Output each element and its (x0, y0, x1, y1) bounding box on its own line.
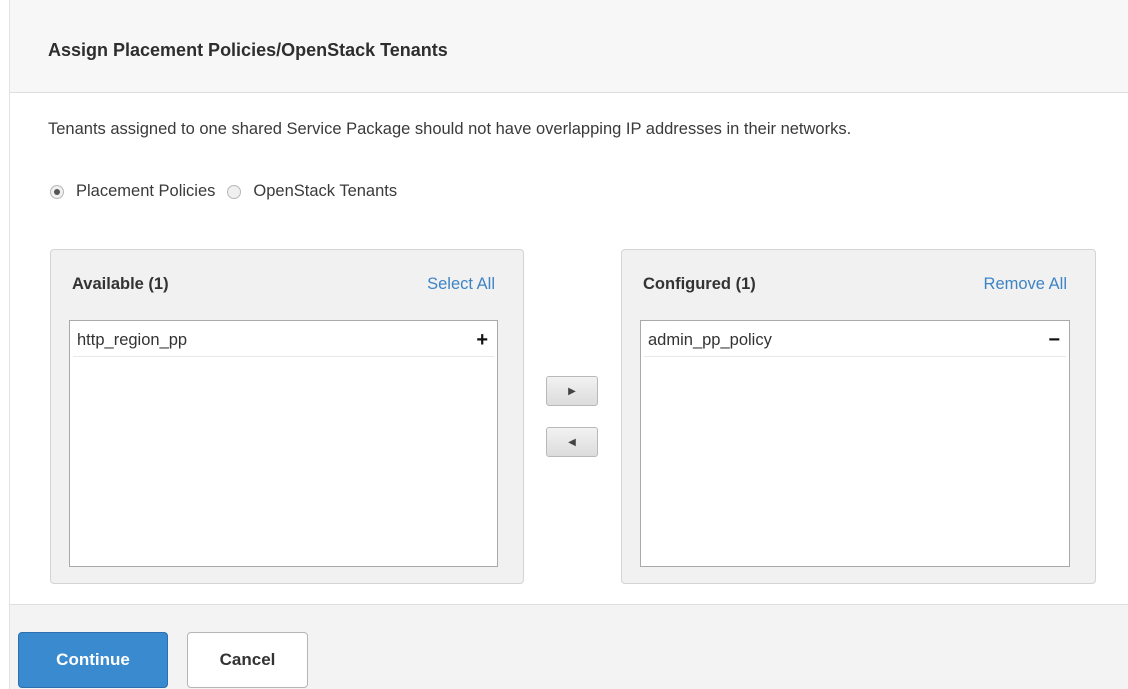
list-item[interactable]: http_region_pp + (73, 324, 494, 357)
move-to-available-button[interactable]: ◀ (546, 427, 598, 457)
add-icon[interactable]: + (476, 329, 488, 352)
available-list[interactable]: http_region_pp + (69, 320, 498, 567)
configured-panel: Configured (1) Remove All admin_pp_polic… (621, 249, 1096, 584)
openstack-tenants-radio[interactable] (227, 184, 242, 199)
assign-policies-dialog: Assign Placement Policies/OpenStack Tena… (9, 0, 1128, 689)
available-title: Available (1) (72, 275, 169, 293)
dialog-header: Assign Placement Policies/OpenStack Tena… (10, 0, 1128, 93)
select-all-link[interactable]: Select All (427, 275, 495, 294)
configured-list[interactable]: admin_pp_policy − (640, 320, 1070, 567)
configured-title: Configured (1) (643, 275, 756, 293)
placement-policies-label[interactable]: Placement Policies (76, 182, 215, 201)
dialog-footer: Continue Cancel (10, 604, 1128, 689)
arrow-left-icon: ◀ (568, 436, 576, 448)
list-item[interactable]: admin_pp_policy − (644, 324, 1066, 357)
mode-radio-group: Placement Policies OpenStack Tenants (50, 182, 409, 201)
dialog-title: Assign Placement Policies/OpenStack Tena… (48, 40, 448, 60)
move-to-configured-button[interactable]: ▶ (546, 376, 598, 406)
cancel-button[interactable]: Cancel (187, 632, 308, 688)
overlap-notice: Tenants assigned to one shared Service P… (48, 120, 852, 138)
configured-item-label: admin_pp_policy (648, 330, 772, 349)
remove-icon[interactable]: − (1048, 329, 1060, 352)
available-item-label: http_region_pp (77, 330, 188, 349)
placement-policies-radio[interactable] (50, 184, 64, 199)
arrow-right-icon: ▶ (568, 385, 576, 397)
openstack-tenants-label[interactable]: OpenStack Tenants (253, 182, 397, 201)
continue-button[interactable]: Continue (18, 632, 168, 688)
available-panel: Available (1) Select All http_region_pp … (50, 249, 524, 584)
remove-all-link[interactable]: Remove All (984, 275, 1067, 294)
